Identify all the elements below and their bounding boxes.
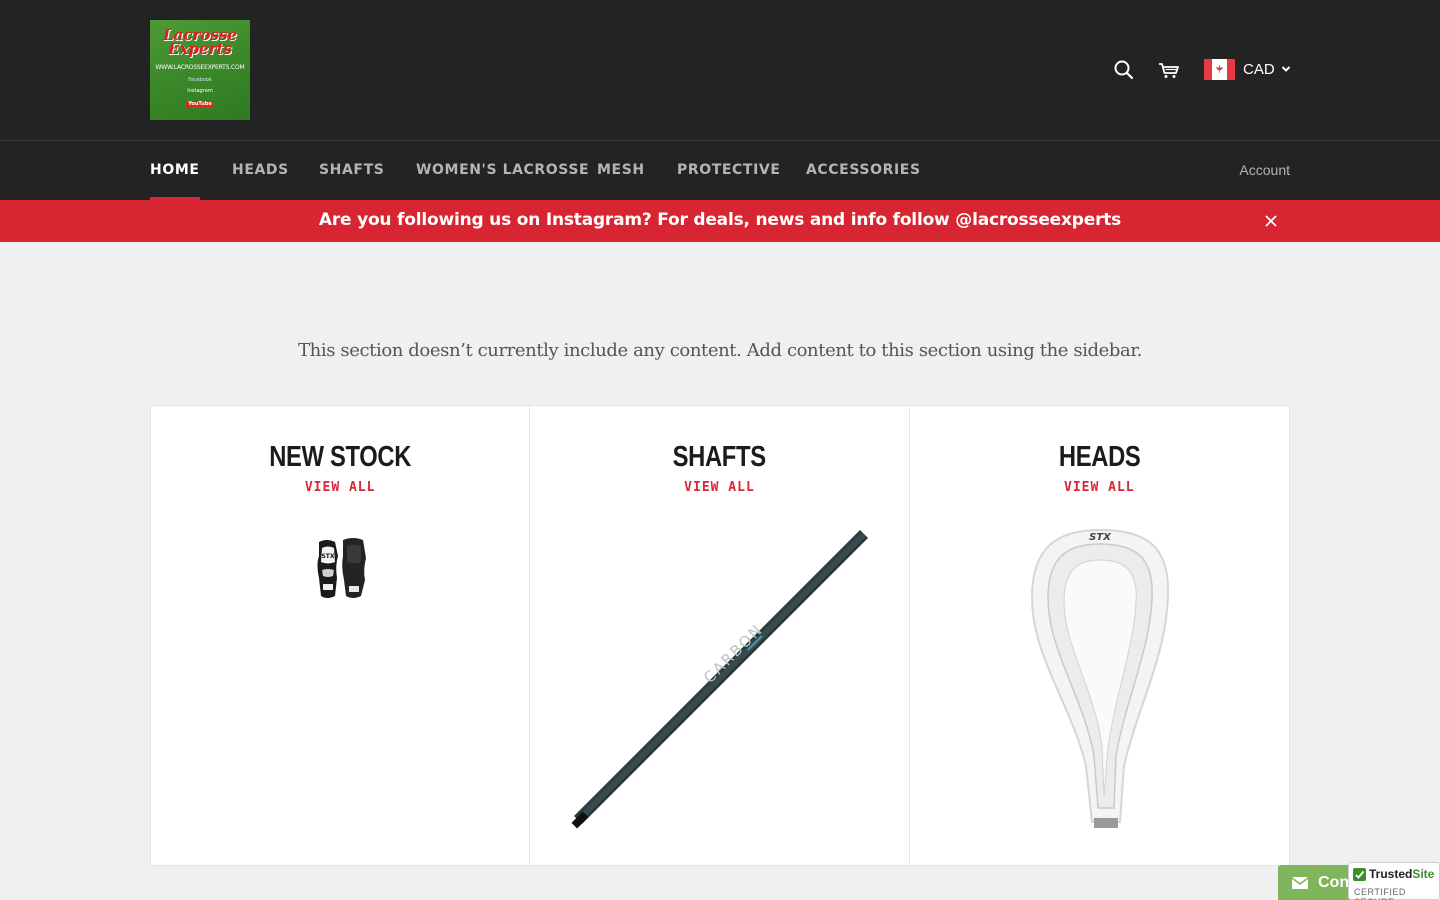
main-nav: HOME HEADS SHAFTS WOMEN'S LACROSSE MESH … [0, 140, 1440, 200]
empty-section-message: This section doesn’t currently include a… [298, 340, 1142, 361]
logo-social-youtube: YouTube [186, 101, 214, 107]
cart-icon[interactable] [1157, 58, 1181, 82]
collection-title: SHAFTS [672, 441, 767, 473]
svg-text:STX: STX [1089, 532, 1112, 543]
currency-code: CAD [1243, 60, 1275, 78]
logo-social-instagram: Instagram [187, 88, 213, 94]
trusted-site-badge[interactable]: TrustedSite CERTIFIED SECURE [1348, 862, 1440, 900]
announcement-text[interactable]: Are you following us on Instagram? For d… [0, 200, 1440, 242]
trusted-site-subtitle: CERTIFIED SECURE [1354, 887, 1406, 900]
contact-widget-label: Con [1318, 873, 1350, 891]
svg-text:CARBON: CARBON [700, 620, 767, 687]
canada-flag-icon [1204, 58, 1235, 80]
view-all-link[interactable]: VIEW ALL [151, 480, 529, 496]
nav-item-heads[interactable]: HEADS [232, 141, 289, 200]
nav-item-protective[interactable]: PROTECTIVE [677, 141, 781, 200]
logo-title-line2: Experts [168, 40, 232, 58]
collection-title: NEW STOCK [269, 441, 412, 473]
announcement-bar: Are you following us on Instagram? For d… [0, 200, 1440, 242]
collection-card-heads[interactable]: HEADS VIEW ALL STX [910, 406, 1289, 865]
trusted-site-title: TrustedSite [1369, 867, 1435, 881]
site-header: Lacrosse Experts WWW.LACROSSEEXPERTS.COM… [0, 0, 1440, 140]
chevron-down-icon [1281, 66, 1290, 72]
logo-social-facebook: Facebook [188, 77, 212, 83]
arm-guards-image: STX [317, 538, 366, 598]
collection-title: HEADS [1058, 441, 1141, 473]
nav-item-mesh[interactable]: MESH [597, 141, 645, 200]
svg-text:STX: STX [321, 553, 334, 560]
lacrosse-head-image: STX [1030, 528, 1169, 828]
close-icon[interactable] [1263, 213, 1279, 229]
view-all-link[interactable]: VIEW ALL [530, 480, 908, 496]
nav-item-accessories[interactable]: ACCESSORIES [806, 141, 921, 200]
nav-item-womens-lacrosse[interactable]: WOMEN'S LACROSSE [416, 141, 589, 200]
account-link[interactable]: Account [1239, 141, 1290, 200]
currency-selector[interactable]: CAD [1204, 58, 1291, 80]
logo-url: WWW.LACROSSEEXPERTS.COM [155, 64, 245, 71]
site-logo[interactable]: Lacrosse Experts WWW.LACROSSEEXPERTS.COM… [150, 20, 250, 120]
envelope-icon [1292, 876, 1308, 889]
collection-grid: NEW STOCK VIEW ALL STX SHAFTS VIEW ALL C… [150, 405, 1290, 866]
nav-item-shafts[interactable]: SHAFTS [319, 141, 384, 200]
checkmark-icon [1353, 868, 1366, 881]
lacrosse-shaft-image: CARBON [571, 530, 869, 829]
nav-item-home[interactable]: HOME [150, 141, 200, 200]
view-all-link[interactable]: VIEW ALL [910, 480, 1289, 496]
collection-card-shafts[interactable]: SHAFTS VIEW ALL CARBON [530, 406, 910, 865]
collection-card-new-stock[interactable]: NEW STOCK VIEW ALL STX [151, 406, 531, 865]
search-icon[interactable] [1112, 58, 1136, 82]
